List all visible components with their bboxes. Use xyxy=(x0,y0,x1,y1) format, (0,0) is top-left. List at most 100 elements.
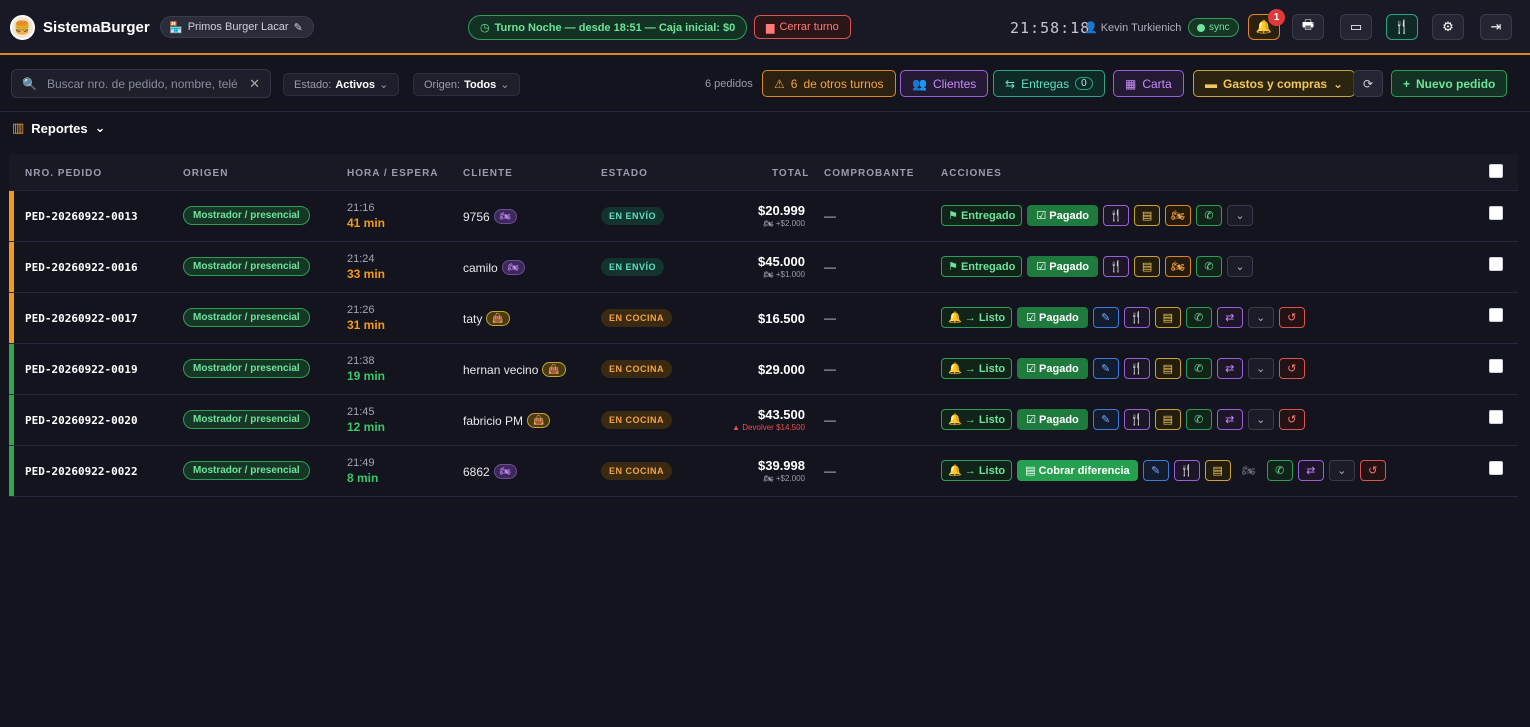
utensils-icon[interactable]: 🍴 xyxy=(1103,256,1130,277)
edit-pencil-icon[interactable]: ✎ xyxy=(1092,307,1119,328)
utensils-icon[interactable]: 🍴 xyxy=(1123,307,1150,328)
chevron-down-icon[interactable]: ⌄ xyxy=(1227,256,1254,277)
table-row[interactable]: PED-20260922-0013 Mostrador / presencial… xyxy=(9,191,1518,242)
shift-status-pill[interactable]: ◷ Turno Noche — desde 18:51 — Caja inici… xyxy=(468,15,748,40)
kitchen-utensils-icon[interactable]: 🍴 xyxy=(1386,14,1418,40)
clients-button[interactable]: 👥 Clientes xyxy=(900,70,989,97)
reports-toggle[interactable]: ▥ Reportes ⌄ xyxy=(12,120,106,136)
transfer-icon[interactable]: ⇄ xyxy=(1216,307,1243,328)
close-shift-button[interactable]: ▆ Cerrar turno xyxy=(754,15,851,39)
mark-delivered-button[interactable]: ⚑ Entregado xyxy=(941,205,1023,226)
transfer-icon[interactable]: ⇄ xyxy=(1216,358,1243,379)
whatsapp-icon[interactable]: ✆ xyxy=(1196,256,1223,277)
status-badge: EN COCINA xyxy=(601,360,673,378)
mark-ready-button[interactable]: 🔔 → Listo xyxy=(941,307,1013,328)
edit-pencil-icon[interactable]: ✎ xyxy=(1142,460,1169,481)
order-id[interactable]: PED-20260922-0020 xyxy=(25,414,138,427)
order-id[interactable]: PED-20260922-0022 xyxy=(25,465,138,478)
whatsapp-icon[interactable]: ✆ xyxy=(1185,409,1212,430)
printer-icon[interactable]: 🖶 xyxy=(1292,14,1324,40)
paid-button[interactable]: ☑ Pagado xyxy=(1017,409,1088,430)
receipt-icon[interactable]: ▤ xyxy=(1204,460,1231,481)
logout-icon[interactable]: ⇥ xyxy=(1480,14,1512,40)
edit-pencil-icon[interactable]: ✎ xyxy=(1092,358,1119,379)
menu-button[interactable]: ▦ Carta xyxy=(1113,70,1184,97)
paid-button[interactable]: ☑ Pagado xyxy=(1017,358,1088,379)
receipt-value: — xyxy=(824,260,836,274)
order-id[interactable]: PED-20260922-0016 xyxy=(25,261,138,274)
select-all-checkbox[interactable] xyxy=(1489,164,1503,178)
undo-history-icon[interactable]: ↺ xyxy=(1359,460,1386,481)
new-order-button[interactable]: + Nuevo pedido xyxy=(1391,70,1508,97)
table-row[interactable]: PED-20260922-0020 Mostrador / presencial… xyxy=(9,395,1518,446)
receipt-icon[interactable]: ▤ xyxy=(1134,256,1161,277)
origen-filter[interactable]: Origen: Todos ⌄ xyxy=(413,73,521,96)
wait-time: 8 min xyxy=(347,471,379,485)
edit-pencil-icon[interactable]: ✎ xyxy=(1092,409,1119,430)
paid-button[interactable]: ☑ Pagado xyxy=(1017,307,1088,328)
table-row[interactable]: PED-20260922-0017 Mostrador / presencial… xyxy=(9,293,1518,344)
brand-title: SistemaBurger xyxy=(43,19,150,36)
row-checkbox[interactable] xyxy=(1489,308,1503,322)
undo-history-icon[interactable]: ↺ xyxy=(1278,307,1305,328)
sync-status[interactable]: sync xyxy=(1188,18,1239,37)
monitor-icon[interactable]: ▭ xyxy=(1340,14,1372,40)
undo-history-icon[interactable]: ↺ xyxy=(1278,409,1305,430)
order-id[interactable]: PED-20260922-0017 xyxy=(25,312,138,325)
gear-icon[interactable]: ⚙ xyxy=(1432,14,1464,40)
receipt-icon[interactable]: ▤ xyxy=(1154,307,1181,328)
whatsapp-icon[interactable]: ✆ xyxy=(1185,307,1212,328)
receipt-icon[interactable]: ▤ xyxy=(1154,409,1181,430)
row-checkbox[interactable] xyxy=(1489,461,1503,475)
search-input[interactable]: 🔍 Buscar nro. de pedido, nombre, telé ✕ xyxy=(11,69,271,98)
refresh-icon[interactable]: ⟳ xyxy=(1353,70,1383,97)
chevron-down-icon[interactable]: ⌄ xyxy=(1227,205,1254,226)
order-id[interactable]: PED-20260922-0013 xyxy=(25,210,138,223)
motorcycle-icon[interactable]: 🏍 xyxy=(1236,460,1262,481)
transfer-icon[interactable]: ⇄ xyxy=(1216,409,1243,430)
motorcycle-icon[interactable]: 🏍 xyxy=(1165,205,1192,226)
utensils-icon[interactable]: 🍴 xyxy=(1123,409,1150,430)
estado-filter[interactable]: Estado: Activos ⌄ xyxy=(283,73,400,96)
chevron-down-icon[interactable]: ⌄ xyxy=(1247,409,1274,430)
row-checkbox[interactable] xyxy=(1489,206,1503,220)
utensils-icon[interactable]: 🍴 xyxy=(1103,205,1130,226)
grid-icon: ▦ xyxy=(1125,76,1137,91)
paid-button[interactable]: ☑ Pagado xyxy=(1027,256,1099,277)
table-row[interactable]: PED-20260922-0022 Mostrador / presencial… xyxy=(9,446,1518,497)
row-checkbox[interactable] xyxy=(1489,359,1503,373)
clear-search-icon[interactable]: ✕ xyxy=(249,76,260,92)
row-checkbox[interactable] xyxy=(1489,257,1503,271)
store-selector[interactable]: 🏪 Primos Burger Lacar ✎ xyxy=(160,16,314,38)
order-id[interactable]: PED-20260922-0019 xyxy=(25,363,138,376)
check-square-icon: ☑ xyxy=(1036,210,1047,222)
chevron-down-icon[interactable]: ⌄ xyxy=(1247,307,1274,328)
order-time: 21:38 xyxy=(347,355,375,367)
whatsapp-icon[interactable]: ✆ xyxy=(1185,358,1212,379)
utensils-icon[interactable]: 🍴 xyxy=(1123,358,1150,379)
chevron-down-icon[interactable]: ⌄ xyxy=(1247,358,1274,379)
transfer-icon[interactable]: ⇄ xyxy=(1297,460,1324,481)
receipt-icon[interactable]: ▤ xyxy=(1154,358,1181,379)
other-shifts-button[interactable]: ⚠ 6 de otros turnos xyxy=(762,70,896,97)
table-row[interactable]: PED-20260922-0016 Mostrador / presencial… xyxy=(9,242,1518,293)
row-checkbox[interactable] xyxy=(1489,410,1503,424)
paid-button[interactable]: ☑ Pagado xyxy=(1027,205,1099,226)
table-row[interactable]: PED-20260922-0019 Mostrador / presencial… xyxy=(9,344,1518,395)
mark-ready-button[interactable]: 🔔 → Listo xyxy=(941,409,1013,430)
expenses-button[interactable]: ▬ Gastos y compras ⌄ xyxy=(1193,70,1356,97)
mark-delivered-button[interactable]: ⚑ Entregado xyxy=(941,256,1023,277)
whatsapp-icon[interactable]: ✆ xyxy=(1266,460,1293,481)
client-name: fabricio PM xyxy=(463,413,524,428)
check-square-icon: ☑ xyxy=(1036,261,1047,273)
motorcycle-icon[interactable]: 🏍 xyxy=(1165,256,1192,277)
mark-ready-button[interactable]: 🔔 → Listo xyxy=(941,460,1013,481)
mark-ready-button[interactable]: 🔔 → Listo xyxy=(941,358,1013,379)
collect-difference-button[interactable]: ▤ Cobrar diferencia xyxy=(1017,460,1138,481)
deliveries-button[interactable]: ⇆ Entregas 0 xyxy=(993,70,1105,97)
undo-history-icon[interactable]: ↺ xyxy=(1278,358,1305,379)
receipt-icon[interactable]: ▤ xyxy=(1134,205,1161,226)
utensils-icon[interactable]: 🍴 xyxy=(1173,460,1200,481)
chevron-down-icon[interactable]: ⌄ xyxy=(1328,460,1355,481)
whatsapp-icon[interactable]: ✆ xyxy=(1196,205,1223,226)
